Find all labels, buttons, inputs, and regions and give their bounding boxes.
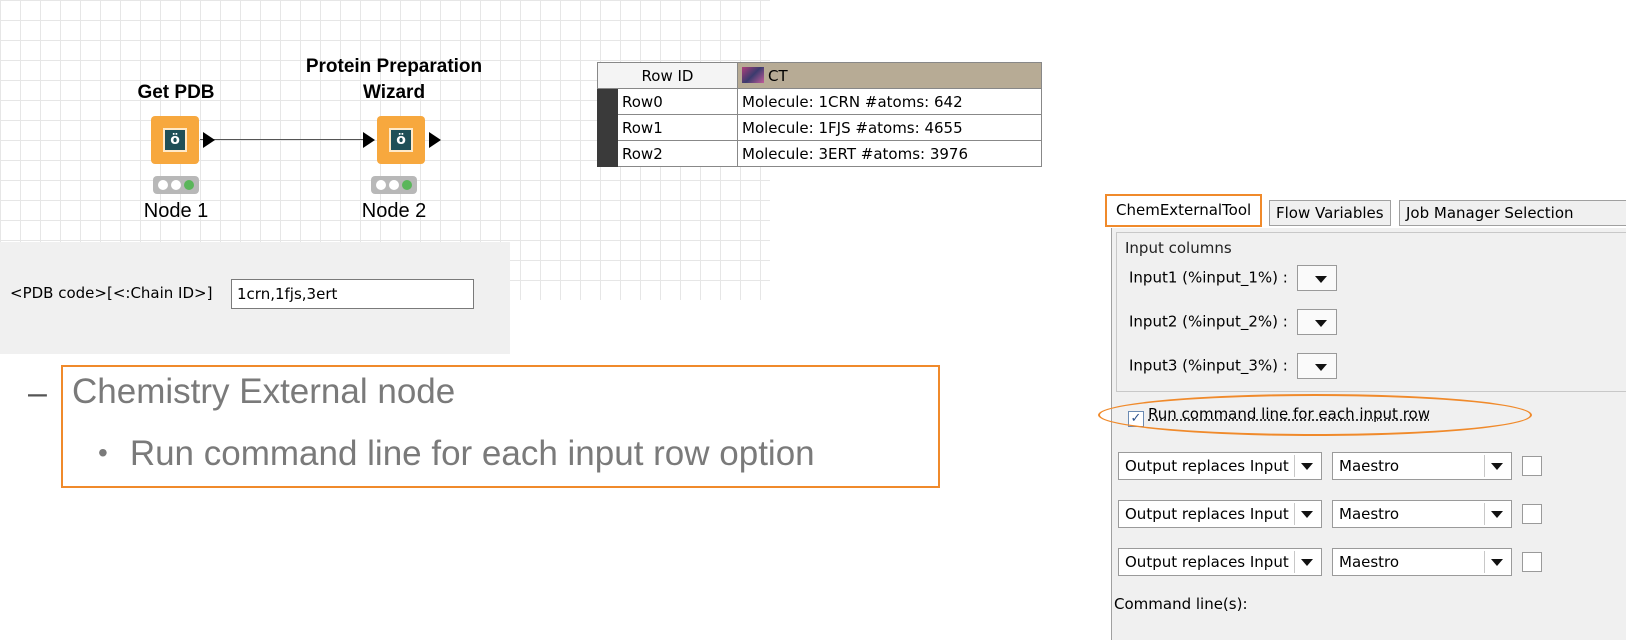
output-option-checkbox[interactable]	[1522, 456, 1542, 476]
table-row[interactable]: Row1 Molecule: 1FJS #atoms: 4655	[597, 114, 1042, 141]
row-gutter	[597, 114, 618, 141]
output-format-value: Maestro	[1339, 457, 1400, 475]
molecule-type-icon	[742, 66, 764, 83]
status-yellow-light	[388, 180, 399, 190]
node-title: Protein Preparation Wizard	[305, 56, 483, 103]
tab-job-manager-selection[interactable]: Job Manager Selection	[1399, 200, 1626, 226]
row-id-cell: Row2	[617, 140, 738, 167]
command-line-label: Command line(s):	[1114, 595, 1248, 613]
output-mode-value: Output replaces Input	[1125, 505, 1289, 523]
row-id-cell: Row1	[617, 114, 738, 141]
chem-external-dialog: ChemExternalTool Flow Variables Job Mana…	[1098, 192, 1626, 640]
output-mode-value: Output replaces Input	[1125, 457, 1289, 475]
tab-chem-external-tool[interactable]: ChemExternalTool	[1105, 194, 1263, 227]
input1-column-select[interactable]	[1296, 265, 1337, 291]
input2-column-select[interactable]	[1296, 309, 1337, 335]
pdb-code-panel: <PDB code>[<:Chain ID>]	[0, 242, 510, 354]
output-format-value: Maestro	[1339, 553, 1400, 571]
status-red-light	[376, 180, 387, 190]
bullet-level1-text: Chemistry External node	[72, 372, 456, 411]
output-mode-select[interactable]: Output replaces Input	[1118, 452, 1322, 480]
chevron-down-icon	[1301, 559, 1313, 566]
chevron-down-icon	[1491, 463, 1503, 470]
row-gutter	[597, 140, 618, 167]
node-title: Get PDB	[137, 82, 215, 103]
highlight-ellipse	[1098, 394, 1532, 436]
output-option-checkbox[interactable]	[1522, 552, 1542, 572]
status-yellow-light	[170, 180, 181, 190]
ct-cell: Molecule: 1FJS #atoms: 4655	[737, 114, 1042, 141]
input3-label: Input3 (%input_3%) :	[1129, 356, 1288, 375]
output-mode-value: Output replaces Input	[1125, 553, 1289, 571]
node-protein-preparation-wizard[interactable]: Protein Preparation Wizard ö Node 2	[284, 54, 504, 223]
node-icon[interactable]: ö	[151, 116, 199, 164]
input3-row: Input3 (%input_3%) :	[1129, 353, 1337, 379]
group-title: Input columns	[1125, 239, 1232, 257]
output-format-select[interactable]: Maestro	[1332, 548, 1512, 576]
node-label[interactable]: Node 1	[66, 200, 286, 223]
chevron-down-icon	[1301, 463, 1313, 470]
status-green-light	[401, 180, 412, 190]
status-red-light	[158, 180, 169, 190]
input-columns-group: Input columns Input1 (%input_1%) : Input…	[1116, 232, 1626, 392]
output-port-icon[interactable]	[203, 132, 215, 148]
output-format-select[interactable]: Maestro	[1332, 452, 1512, 480]
input2-label: Input2 (%input_2%) :	[1129, 312, 1288, 331]
ct-cell: Molecule: 1CRN #atoms: 642	[737, 88, 1042, 115]
input1-label: Input1 (%input_1%) :	[1129, 268, 1288, 287]
row-id-cell: Row0	[617, 88, 738, 115]
table-row[interactable]: Row0 Molecule: 1CRN #atoms: 642	[597, 88, 1042, 115]
node-label[interactable]: Node 2	[284, 200, 504, 223]
column-header-ct-label: CT	[768, 66, 788, 85]
output-mode-select[interactable]: Output replaces Input	[1118, 500, 1322, 528]
bullet-dot: •	[98, 437, 108, 468]
input3-column-select[interactable]	[1296, 353, 1337, 379]
node-status-traffic-light	[153, 176, 199, 194]
dialog-body: Input columns Input1 (%input_1%) : Input…	[1098, 228, 1626, 640]
output-option-checkbox[interactable]	[1522, 504, 1542, 524]
column-header-row-id[interactable]: Row ID	[597, 62, 738, 89]
output-port-icon[interactable]	[429, 132, 441, 148]
table-row[interactable]: Row2 Molecule: 3ERT #atoms: 3976	[597, 140, 1042, 167]
output-format-value: Maestro	[1339, 505, 1400, 523]
chevron-down-icon	[1301, 511, 1313, 518]
node-status-traffic-light	[371, 176, 417, 194]
tab-flow-variables[interactable]: Flow Variables	[1269, 200, 1391, 226]
chevron-down-icon	[1491, 559, 1503, 566]
input-port-icon[interactable]	[363, 132, 375, 148]
pdb-code-input[interactable]	[231, 279, 474, 309]
column-header-ct[interactable]: CT	[737, 62, 1042, 89]
dialog-tabs: ChemExternalTool Flow Variables Job Mana…	[1105, 192, 1626, 228]
node-get-pdb[interactable]: Get PDB ö Node 1	[66, 80, 286, 223]
output-mode-select[interactable]: Output replaces Input	[1118, 548, 1322, 576]
output-format-select[interactable]: Maestro	[1332, 500, 1512, 528]
bullet-level2-text: Run command line for each input row opti…	[129, 434, 815, 473]
node-icon[interactable]: ö	[377, 116, 425, 164]
bullet-level2: • Run command line for each input row opt…	[98, 434, 815, 474]
bullet-dash: –	[28, 374, 47, 412]
chevron-down-icon	[1491, 511, 1503, 518]
row-gutter	[597, 88, 618, 115]
output-table: Row ID CT Row0 Molecule: 1CRN #atoms: 64…	[597, 62, 1042, 167]
input2-row: Input2 (%input_2%) :	[1129, 309, 1337, 335]
ct-cell: Molecule: 3ERT #atoms: 3976	[737, 140, 1042, 167]
status-green-light	[183, 180, 194, 190]
pdb-code-label: <PDB code>[<:Chain ID>]	[10, 284, 213, 302]
input1-row: Input1 (%input_1%) :	[1129, 265, 1337, 291]
